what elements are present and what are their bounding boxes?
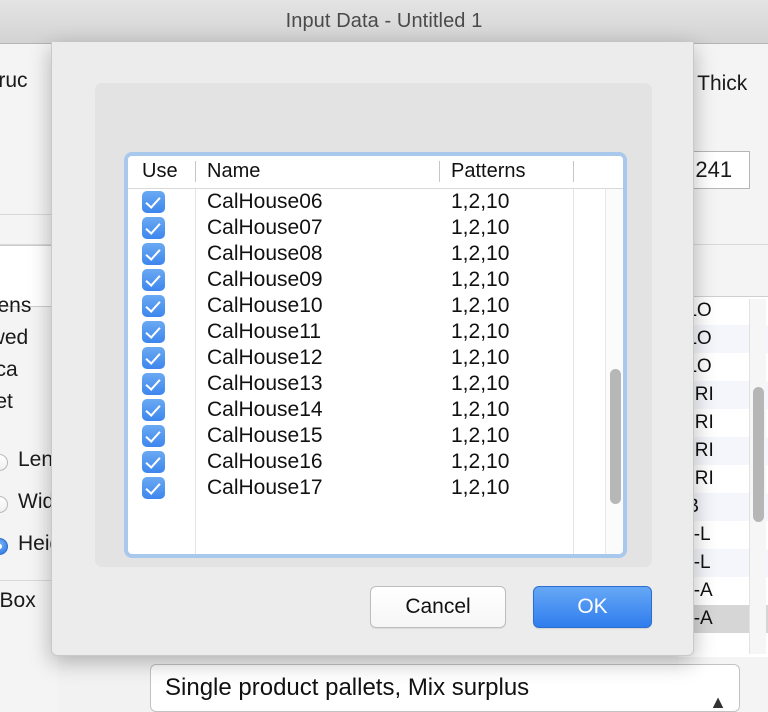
table-scrollbar-thumb[interactable] (610, 369, 621, 504)
use-checkbox[interactable] (142, 347, 165, 369)
table-row[interactable]: CalHouse16 1,2,10 (128, 449, 623, 475)
cancel-button[interactable]: Cancel (370, 586, 506, 628)
cell-patterns: 1,2,10 (451, 216, 510, 239)
cell-name: CalHouse08 (207, 242, 323, 265)
bg-radio-label-length: Len (18, 448, 54, 471)
bg-list-scrollbar[interactable] (749, 299, 766, 654)
ok-button[interactable]: OK (533, 586, 652, 628)
table-row[interactable]: CalHouse11 1,2,10 (128, 319, 623, 345)
column-header-patterns[interactable]: Patterns (451, 160, 525, 183)
column-header-use[interactable]: Use (142, 160, 178, 183)
bg-left-text-3: rtica (0, 358, 18, 381)
inventory-table: Use Name Patterns CalHouse06 1,2,10 CalH… (128, 156, 623, 554)
use-checkbox[interactable] (142, 243, 165, 265)
cell-patterns: 1,2,10 (451, 190, 510, 213)
use-checkbox[interactable] (142, 451, 165, 473)
bg-radio-width[interactable] (0, 496, 8, 513)
cell-name: CalHouse10 (207, 294, 323, 317)
table-scrollbar[interactable] (605, 189, 623, 554)
bg-left-divider-3 (0, 580, 58, 581)
column-header-name[interactable]: Name (207, 160, 260, 183)
use-checkbox[interactable] (142, 191, 165, 213)
cell-patterns: 1,2,10 (451, 476, 510, 499)
cell-patterns: 1,2,10 (451, 294, 510, 317)
window-title: Input Data - Untitled 1 (285, 10, 483, 32)
use-checkbox[interactable] (142, 477, 165, 499)
bg-radio-length[interactable] (0, 454, 8, 471)
cell-patterns: 1,2,10 (451, 242, 510, 265)
cell-name: CalHouse17 (207, 476, 323, 499)
table-row[interactable]: CalHouse09 1,2,10 (128, 267, 623, 293)
inventory-table-body[interactable]: CalHouse06 1,2,10 CalHouse07 1,2,10 CalH… (128, 189, 623, 554)
cell-name: CalHouse15 (207, 424, 323, 447)
column-divider-3[interactable] (573, 161, 574, 182)
cell-name: CalHouse16 (207, 450, 323, 473)
use-checkbox[interactable] (142, 425, 165, 447)
bg-left-bottom-text: d Box (0, 589, 36, 612)
cell-patterns: 1,2,10 (451, 450, 510, 473)
cell-name: CalHouse13 (207, 372, 323, 395)
use-checkbox[interactable] (142, 295, 165, 317)
input-data-dialog: Inventory NewPallet Use Name Patterns (51, 42, 694, 656)
bg-radio-height[interactable] (0, 538, 8, 555)
cell-patterns: 1,2,10 (451, 268, 510, 291)
bg-left-text-0: struc (0, 69, 28, 92)
cell-name: CalHouse07 (207, 216, 323, 239)
table-row[interactable]: CalHouse12 1,2,10 (128, 345, 623, 371)
bg-left-divider-1 (0, 214, 58, 215)
bg-left-text-1: mens (0, 294, 32, 317)
table-row[interactable]: CalHouse07 1,2,10 (128, 215, 623, 241)
cell-name: CalHouse12 (207, 346, 323, 369)
inventory-table-header: Use Name Patterns (128, 156, 623, 189)
bg-left-text-4: llet (0, 390, 13, 413)
table-row[interactable]: CalHouse14 1,2,10 (128, 397, 623, 423)
cell-name: CalHouse11 (207, 320, 322, 343)
window-titlebar: Input Data - Untitled 1 (0, 0, 768, 44)
table-row[interactable]: CalHouse10 1,2,10 (128, 293, 623, 319)
column-divider-1[interactable] (195, 161, 196, 182)
use-checkbox[interactable] (142, 321, 165, 343)
use-checkbox[interactable] (142, 373, 165, 395)
pallet-strategy-value: Single product pallets, Mix surplus (165, 674, 530, 701)
table-row[interactable]: CalHouse13 1,2,10 (128, 371, 623, 397)
bg-left-text-2: owed (0, 326, 29, 349)
use-checkbox[interactable] (142, 217, 165, 239)
application-window: Input Data - Untitled 1 struc mens owed … (0, 0, 768, 712)
table-row[interactable]: CalHouse08 1,2,10 (128, 241, 623, 267)
use-checkbox[interactable] (142, 269, 165, 291)
cell-name: CalHouse14 (207, 398, 323, 421)
cell-patterns: 1,2,10 (451, 320, 510, 343)
cell-name: CalHouse06 (207, 190, 323, 213)
cell-patterns: 1,2,10 (451, 372, 510, 395)
column-divider-2[interactable] (439, 161, 440, 182)
table-row[interactable]: CalHouse06 1,2,10 (128, 189, 623, 215)
use-checkbox[interactable] (142, 399, 165, 421)
pallet-strategy-dropdown[interactable]: Single product pallets, Mix surplus ▲ (150, 664, 740, 712)
table-row[interactable]: CalHouse15 1,2,10 (128, 423, 623, 449)
table-row[interactable]: CalHouse17 1,2,10 (128, 475, 623, 501)
cell-patterns: 1,2,10 (451, 346, 510, 369)
cell-name: CalHouse09 (207, 268, 323, 291)
bg-radio-label-width: Wid (18, 490, 55, 513)
bg-list-scrollbar-thumb[interactable] (753, 387, 764, 522)
cell-patterns: 1,2,10 (451, 424, 510, 447)
cell-patterns: 1,2,10 (451, 398, 510, 421)
chevron-up-icon: ▲ (709, 692, 727, 712)
